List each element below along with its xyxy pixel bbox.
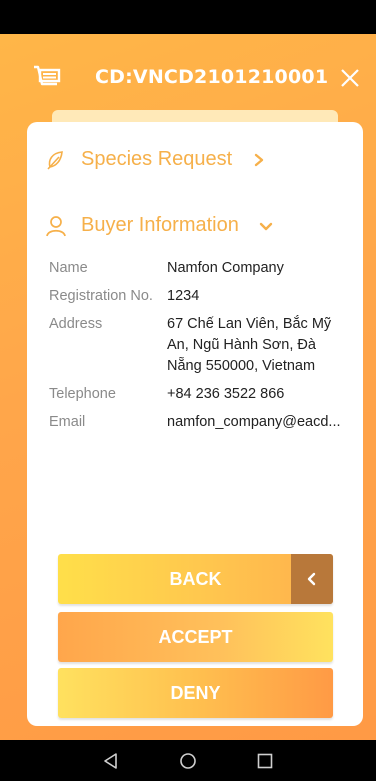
- info-label: Email: [49, 414, 86, 430]
- leaf-icon: [47, 150, 63, 170]
- info-value: 1234: [167, 288, 200, 304]
- info-row-registration: Registration No. 1234: [49, 286, 349, 307]
- page-title: CD:VNCD2101210001: [95, 66, 329, 88]
- chevron-right-icon: [255, 153, 264, 166]
- info-label: Address: [49, 316, 103, 332]
- section-label: Species Request: [81, 148, 233, 170]
- status-bar: [0, 0, 376, 34]
- section-label: Buyer Information: [81, 214, 239, 236]
- back-button-label: BACK: [169, 568, 222, 589]
- info-label: Telephone: [49, 386, 116, 402]
- nav-home-icon[interactable]: [178, 751, 198, 771]
- system-nav-bar: [0, 740, 376, 781]
- close-icon[interactable]: [338, 66, 362, 90]
- info-row-email: Email namfon_company@eacd...: [49, 412, 349, 433]
- header: CD:VNCD2101210001: [0, 34, 376, 114]
- app-screen: CD:VNCD2101210001 Species Request Buyer …: [0, 34, 376, 740]
- accept-button[interactable]: ACCEPT: [58, 612, 333, 662]
- nav-back-icon[interactable]: [101, 751, 121, 771]
- back-handle[interactable]: [291, 554, 333, 604]
- info-value: 67 Chế Lan Viên, Bắc Mỹ An, Ngũ Hành Sơn…: [167, 316, 332, 374]
- deny-button-label: DENY: [170, 682, 221, 703]
- info-value: Namfon Company: [167, 260, 284, 276]
- user-icon: [46, 215, 66, 236]
- detail-card: Species Request Buyer Information Name N…: [27, 122, 363, 726]
- deny-button[interactable]: DENY: [58, 668, 333, 718]
- chevron-down-icon: [259, 222, 273, 230]
- info-label: Name: [49, 260, 88, 276]
- info-value: namfon_company@eacd...: [167, 414, 341, 430]
- back-button[interactable]: BACK: [58, 554, 333, 604]
- section-species-request[interactable]: Species Request: [45, 148, 266, 171]
- info-row-name: Name Namfon Company: [49, 258, 349, 279]
- nav-recents-icon[interactable]: [255, 751, 275, 771]
- info-row-address: Address 67 Chế Lan Viên, Bắc Mỹ An, Ngũ …: [49, 314, 349, 377]
- info-value: +84 236 3522 866: [167, 386, 285, 402]
- section-buyer-information[interactable]: Buyer Information: [45, 214, 273, 237]
- info-label: Registration No.: [49, 288, 153, 304]
- chevron-left-icon: [307, 572, 316, 586]
- cart-icon[interactable]: [32, 64, 62, 90]
- buyer-info-list: Name Namfon Company Registration No. 123…: [49, 258, 349, 440]
- info-row-telephone: Telephone +84 236 3522 866: [49, 384, 349, 405]
- accept-button-label: ACCEPT: [158, 626, 233, 647]
